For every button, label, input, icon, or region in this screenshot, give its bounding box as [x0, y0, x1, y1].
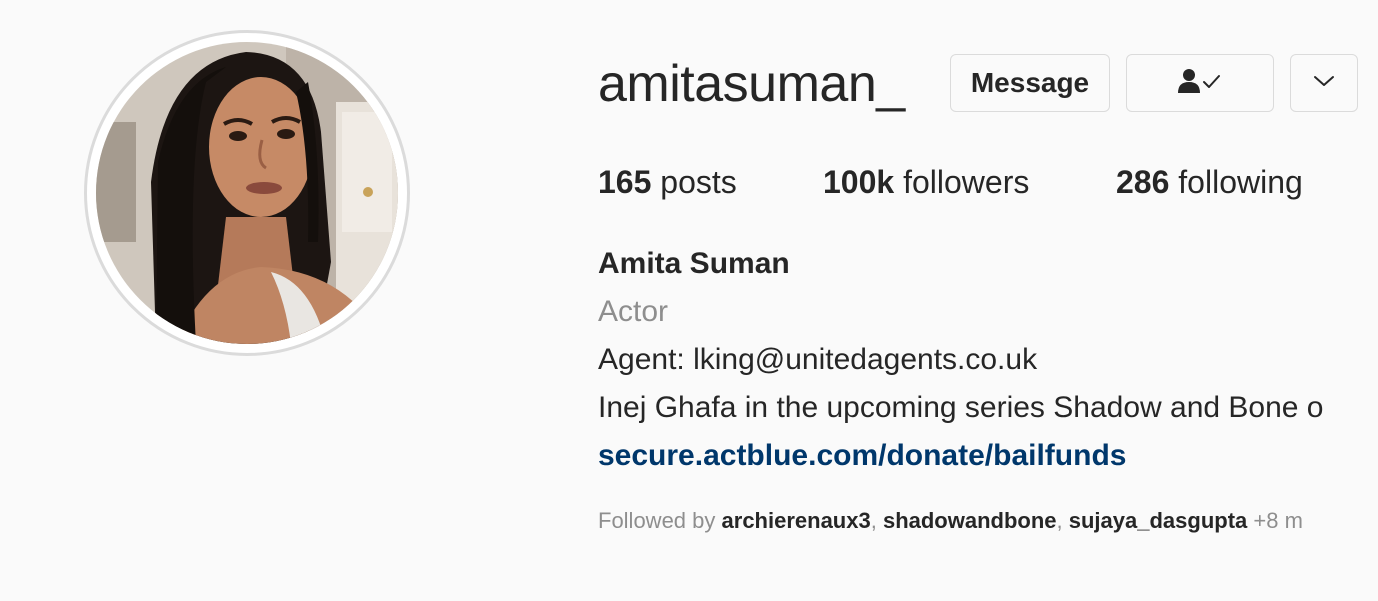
- follower-name[interactable]: sujaya_dasgupta: [1069, 508, 1248, 533]
- followed-by-more: +8 m: [1253, 508, 1303, 533]
- follower-name[interactable]: archierenaux3: [722, 508, 871, 533]
- followed-by-prefix: Followed by: [598, 508, 716, 533]
- message-button[interactable]: Message: [950, 54, 1110, 112]
- profile-photo: [96, 42, 398, 344]
- follower-separator: ,: [870, 508, 883, 533]
- following-count: 286: [1116, 164, 1170, 200]
- full-name: Amita Suman: [598, 247, 790, 280]
- followed-by[interactable]: Followed by archierenaux3, shadowandbone…: [598, 506, 1303, 536]
- follower-separator: ,: [1056, 508, 1069, 533]
- posts-count: 165: [598, 164, 652, 200]
- follower-name[interactable]: shadowandbone: [883, 508, 1057, 533]
- profile-category: Actor: [598, 295, 669, 328]
- username: amitasuman_: [598, 55, 905, 113]
- bio-role-line: Inej Ghafa in the upcoming series Shadow…: [598, 391, 1324, 424]
- stat-following[interactable]: 286 following: [1116, 162, 1303, 202]
- avatar[interactable]: [96, 42, 398, 344]
- following-button[interactable]: [1126, 54, 1274, 112]
- message-button-label: Message: [970, 67, 1090, 98]
- followers-label: followers: [903, 164, 1030, 200]
- posts-label: posts: [660, 164, 737, 200]
- followers-count: 100k: [823, 164, 895, 200]
- stat-followers[interactable]: 100k followers: [823, 162, 1029, 202]
- bio-agent-line: Agent: lking@unitedagents.co.uk: [598, 343, 1038, 376]
- following-label: following: [1178, 164, 1303, 200]
- bio-link[interactable]: secure.actblue.com/donate/bailfunds: [598, 436, 1126, 476]
- stat-posts: 165 posts: [598, 162, 737, 202]
- person-check-icon: [1176, 68, 1224, 99]
- more-options-button[interactable]: [1290, 54, 1358, 112]
- chevron-down-icon: [1313, 74, 1335, 93]
